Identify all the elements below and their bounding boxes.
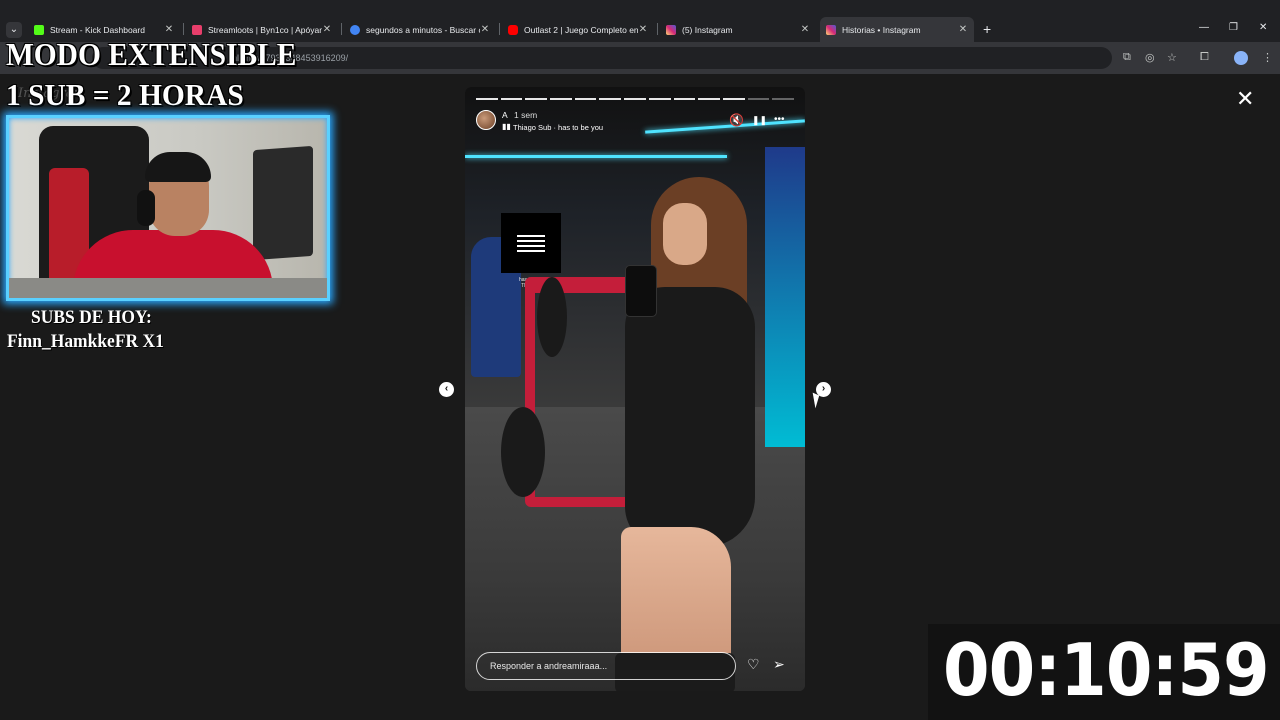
progress-segment <box>624 98 646 100</box>
progress-segment <box>698 98 720 100</box>
neon-wall <box>765 147 805 447</box>
progress-segment <box>747 98 770 100</box>
story-music-label[interactable]: Thiago Sub · has to be you <box>513 123 603 132</box>
pause-icon[interactable]: ❚❚ <box>752 115 767 126</box>
close-tab-icon[interactable]: ✕ <box>638 24 648 35</box>
reply-input[interactable]: Responder a andreamiraaa... <box>476 652 736 680</box>
tab-instagram[interactable]: (5) Instagram ✕ <box>660 19 816 40</box>
progress-segment <box>574 98 597 100</box>
previous-story-button[interactable]: ‹ <box>439 382 454 397</box>
headset-icon <box>137 190 155 226</box>
tab-youtube-outlast[interactable]: Outlast 2 | Juego Completo en ✕ <box>502 19 654 40</box>
close-story-button[interactable]: ✕ <box>1236 86 1254 112</box>
close-tab-icon[interactable]: ✕ <box>480 24 490 35</box>
story-time: 1 sem <box>514 110 538 120</box>
phone <box>625 265 657 317</box>
desk <box>9 278 327 298</box>
story-user-avatar[interactable] <box>476 110 496 130</box>
poster-line <box>517 240 545 242</box>
close-tab-icon[interactable]: ✕ <box>958 24 968 35</box>
minimize-button[interactable]: — <box>1199 22 1209 33</box>
tab-separator <box>657 23 658 35</box>
more-options-icon[interactable]: ••• <box>774 114 785 125</box>
weight-plate <box>501 407 545 497</box>
poster-line <box>517 235 545 237</box>
instagram-icon <box>826 24 836 35</box>
progress-segment <box>599 98 622 100</box>
tab-title: Historias • Instagram <box>842 24 921 35</box>
heart-icon[interactable]: ♡ <box>747 656 760 673</box>
screen: ⌄ Stream - Kick Dashboard ✕ Streamloots … <box>0 0 1280 720</box>
send-icon[interactable]: ➢ <box>773 656 785 673</box>
streamloots-icon <box>192 24 202 35</box>
progress-segment <box>550 98 572 100</box>
music-poster <box>501 213 561 273</box>
bookmark-star-icon[interactable]: ☆ <box>1167 51 1177 64</box>
install-app-icon[interactable]: ⧉ <box>1123 51 1131 64</box>
tab-title: Streamloots | Byn1co | Apóyam <box>208 24 322 35</box>
person-body <box>625 287 755 547</box>
extensions-icon[interactable]: ⧠ <box>1200 51 1209 64</box>
weight-plate <box>537 277 567 357</box>
instagram-icon <box>666 24 676 35</box>
tab-title: Stream - Kick Dashboard <box>50 24 145 35</box>
neon-light <box>465 155 727 158</box>
webcam-feed <box>6 115 330 301</box>
story-media[interactable]: has to be you Thiago Sub <box>465 87 805 691</box>
tab-title: (5) Instagram <box>682 24 733 35</box>
tab-separator <box>499 23 500 35</box>
progress-segment <box>722 98 745 100</box>
close-window-button[interactable]: ✕ <box>1259 22 1267 33</box>
mute-icon[interactable]: 🔇 <box>729 113 744 127</box>
stream-timer: 00:10:59 <box>943 628 1270 712</box>
poster-line <box>517 250 545 252</box>
tab-title: segundos a minutos - Buscar c <box>366 24 480 35</box>
google-icon <box>350 24 360 35</box>
tab-title: Outlast 2 | Juego Completo en <box>524 24 638 35</box>
music-bars-icon: ▮▮ <box>502 122 511 131</box>
progress-segment <box>772 98 794 100</box>
progress-segment <box>525 98 548 100</box>
tab-instagram-stories[interactable]: Historias • Instagram ✕ <box>820 17 974 42</box>
poster-line <box>517 245 545 247</box>
kick-icon <box>34 24 44 35</box>
close-tab-icon[interactable]: ✕ <box>164 24 174 35</box>
subs-title: SUBS DE HOY: <box>31 307 152 328</box>
tab-separator <box>183 23 184 35</box>
progress-segment <box>476 98 498 100</box>
mode-title: MODO EXTENSIBLE <box>6 36 297 72</box>
person-face <box>663 203 707 265</box>
close-tab-icon[interactable]: ✕ <box>800 24 810 35</box>
monitor <box>253 145 313 261</box>
story-username[interactable]: A <box>502 110 508 120</box>
menu-kebab-icon[interactable]: ⋮ <box>1262 51 1273 64</box>
youtube-icon <box>508 24 518 35</box>
profile-avatar[interactable] <box>1234 51 1248 65</box>
streamer-hair <box>145 152 211 182</box>
progress-segment <box>500 98 523 100</box>
sub-rule-text: 1 SUB = 2 HORAS <box>6 77 244 112</box>
tab-separator <box>341 23 342 35</box>
progress-segment <box>673 98 696 100</box>
subs-name: Finn_HamkkeFR X1 <box>7 331 164 352</box>
new-tab-button[interactable]: + <box>983 21 991 37</box>
story-progress-bar <box>476 98 794 100</box>
close-tab-icon[interactable]: ✕ <box>322 24 332 35</box>
eye-off-icon[interactable]: ◎ <box>1145 51 1155 64</box>
restore-button[interactable]: ❐ <box>1229 22 1238 33</box>
progress-segment <box>648 98 671 100</box>
tab-google-search[interactable]: segundos a minutos - Buscar c ✕ <box>344 19 496 40</box>
